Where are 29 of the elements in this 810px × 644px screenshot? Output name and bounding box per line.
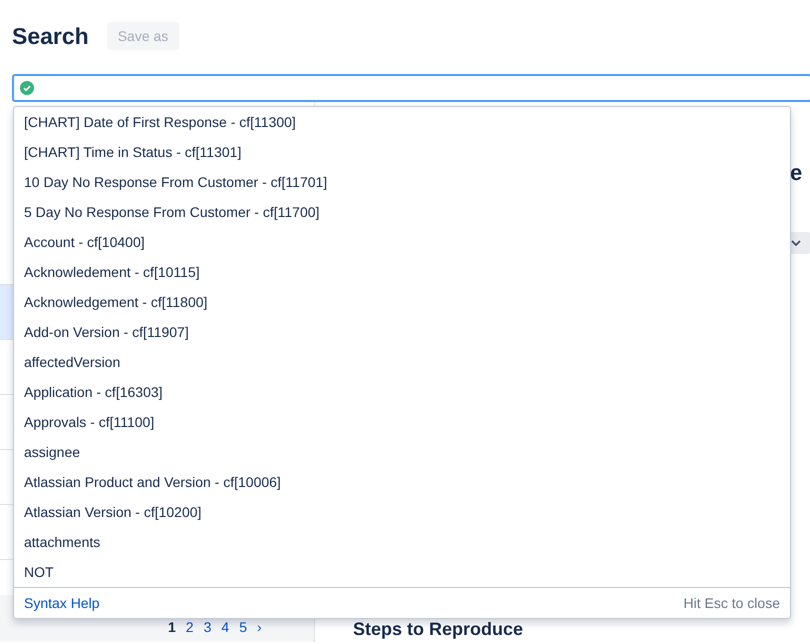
suggestion-item[interactable]: assignee (14, 437, 790, 467)
suggestion-item[interactable]: Application - cf[16303] (14, 377, 790, 407)
page-link[interactable]: 2 (186, 619, 194, 635)
suggestion-item[interactable]: Acknowledgement - cf[11800] (14, 287, 790, 317)
suggestion-item[interactable]: Acknowledement - cf[10115] (14, 257, 790, 287)
page-link[interactable]: 1 (168, 619, 176, 635)
page-link[interactable]: 4 (221, 619, 230, 635)
suggestion-item[interactable]: attachments (14, 527, 790, 557)
suggestion-item[interactable]: Atlassian Product and Version - cf[10006] (14, 467, 790, 497)
suggestion-item[interactable]: 5 Day No Response From Customer - cf[11700] (14, 197, 790, 227)
query-field[interactable] (12, 74, 810, 102)
section-heading: Steps to Reproduce (353, 620, 524, 639)
chevron-down-icon (791, 240, 801, 246)
suggestion-item[interactable]: 10 Day No Response From Customer - cf[11701] (14, 167, 790, 197)
suggestion-item[interactable]: NOT (14, 557, 790, 587)
suggestion-item[interactable]: [CHART] Time in Status - cf[11301] (14, 137, 790, 167)
syntax-help-link[interactable]: Syntax Help (24, 595, 100, 611)
issue-heading: e (790, 162, 802, 184)
page-link[interactable]: 3 (204, 619, 212, 635)
next-page-link[interactable]: › (256, 619, 262, 635)
suggestion-item[interactable]: Add-on Version - cf[11907] (14, 317, 790, 347)
suggestion-item[interactable]: [CHART] Date of First Response - cf[11300] (14, 107, 790, 137)
suggestion-item[interactable]: Atlassian Version - cf[10200] (14, 497, 790, 527)
suggestion-item[interactable]: affectedVersion (14, 347, 790, 377)
page-link[interactable]: 5 (239, 619, 247, 635)
close-hint: Hit Esc to close (684, 595, 780, 611)
suggestion-item[interactable]: Account - cf[10400] (14, 227, 790, 257)
suggestion-item[interactable]: Approvals - cf[11100] (14, 407, 790, 437)
page-title: Search (12, 22, 89, 50)
